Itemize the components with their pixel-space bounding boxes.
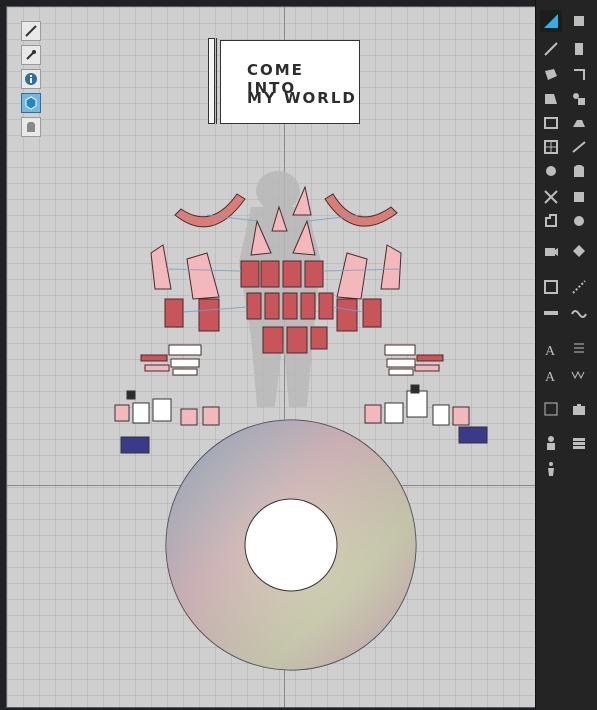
pattern-piece-side-left-1[interactable] bbox=[150, 244, 172, 290]
text-alt-tool-icon[interactable]: A bbox=[540, 364, 562, 386]
donut-skirt-piece[interactable] bbox=[165, 419, 417, 671]
ww-tool-icon[interactable] bbox=[568, 364, 590, 386]
avatar-tool-icon[interactable] bbox=[540, 432, 562, 454]
edit-tool-icon[interactable] bbox=[568, 10, 590, 32]
shirt-tool-icon[interactable] bbox=[21, 117, 41, 137]
cube-tool-icon[interactable] bbox=[21, 93, 41, 113]
transform-tool-icon[interactable] bbox=[540, 38, 562, 60]
topstitch-tool-icon[interactable] bbox=[568, 338, 590, 360]
title-card[interactable]: COME INTO MY WORLD bbox=[220, 40, 360, 124]
info-tool-icon[interactable] bbox=[21, 69, 41, 89]
layers-tool-icon[interactable] bbox=[568, 432, 590, 454]
rect-tool-icon[interactable] bbox=[540, 112, 562, 134]
fold-tool-icon[interactable] bbox=[568, 136, 590, 158]
camera-tool-icon[interactable] bbox=[568, 398, 590, 420]
pattern-canvas[interactable]: COME INTO MY WORLD bbox=[6, 6, 536, 708]
fabric-tool-icon[interactable] bbox=[568, 186, 590, 208]
segment-tool-icon[interactable] bbox=[540, 88, 562, 110]
pattern-piece-panel-left[interactable] bbox=[164, 298, 184, 328]
line-tool-icon[interactable] bbox=[568, 276, 590, 298]
box-tool-icon[interactable] bbox=[540, 64, 562, 86]
title-line-2: MY WORLD bbox=[247, 89, 357, 107]
text-tool-icon[interactable]: A bbox=[540, 338, 562, 360]
button-tool-icon[interactable] bbox=[568, 210, 590, 232]
sew-tool-icon[interactable] bbox=[540, 240, 562, 262]
pattern-piece-arc-right[interactable] bbox=[324, 193, 398, 227]
pattern-piece-panel-right-2[interactable] bbox=[362, 298, 382, 328]
edit-alt-tool-icon[interactable] bbox=[568, 38, 590, 60]
svg-text:A: A bbox=[545, 370, 556, 384]
app-window: COME INTO MY WORLD A A bbox=[0, 0, 597, 710]
grid-tool-icon[interactable] bbox=[540, 136, 562, 158]
select-tool-icon[interactable] bbox=[540, 10, 562, 32]
pattern-piece-arc-left[interactable] bbox=[174, 193, 246, 228]
left-toolbar bbox=[21, 21, 41, 141]
seam-tool-icon[interactable] bbox=[540, 276, 562, 298]
right-toolbar: A A bbox=[535, 0, 597, 710]
zipper-tool-icon[interactable] bbox=[568, 240, 590, 262]
trim-group-left[interactable] bbox=[140, 344, 202, 376]
wave-tool-icon[interactable] bbox=[568, 302, 590, 324]
pin-tool-icon[interactable] bbox=[568, 88, 590, 110]
stitch-tool-icon[interactable] bbox=[540, 398, 562, 420]
notch-tool-icon[interactable] bbox=[540, 210, 562, 232]
pattern-piece-side-left-2[interactable] bbox=[186, 252, 220, 300]
svg-text:A: A bbox=[545, 344, 556, 358]
shirt-alt-tool-icon[interactable] bbox=[568, 160, 590, 182]
pattern-piece-panel-right[interactable] bbox=[336, 298, 358, 332]
dart-tool-icon[interactable] bbox=[540, 160, 562, 182]
wrench-tool-icon[interactable] bbox=[21, 21, 41, 41]
pattern-piece-side-right-1[interactable] bbox=[336, 252, 368, 300]
ruler-tool-icon[interactable] bbox=[540, 302, 562, 324]
cut-tool-icon[interactable] bbox=[540, 186, 562, 208]
trim-group-right[interactable] bbox=[384, 344, 444, 376]
eye-dropper-tool-icon[interactable] bbox=[21, 45, 41, 65]
pattern-piece-side-right-2[interactable] bbox=[380, 244, 402, 290]
garment-cluster-right[interactable] bbox=[364, 384, 488, 444]
iron-tool-icon[interactable] bbox=[568, 112, 590, 134]
figure-tool-icon[interactable] bbox=[540, 458, 562, 480]
title-card-side bbox=[208, 38, 215, 124]
pattern-piece-panel-left-2[interactable] bbox=[198, 298, 220, 332]
point-tool-icon[interactable] bbox=[568, 64, 590, 86]
garment-cluster-left[interactable] bbox=[114, 390, 220, 454]
